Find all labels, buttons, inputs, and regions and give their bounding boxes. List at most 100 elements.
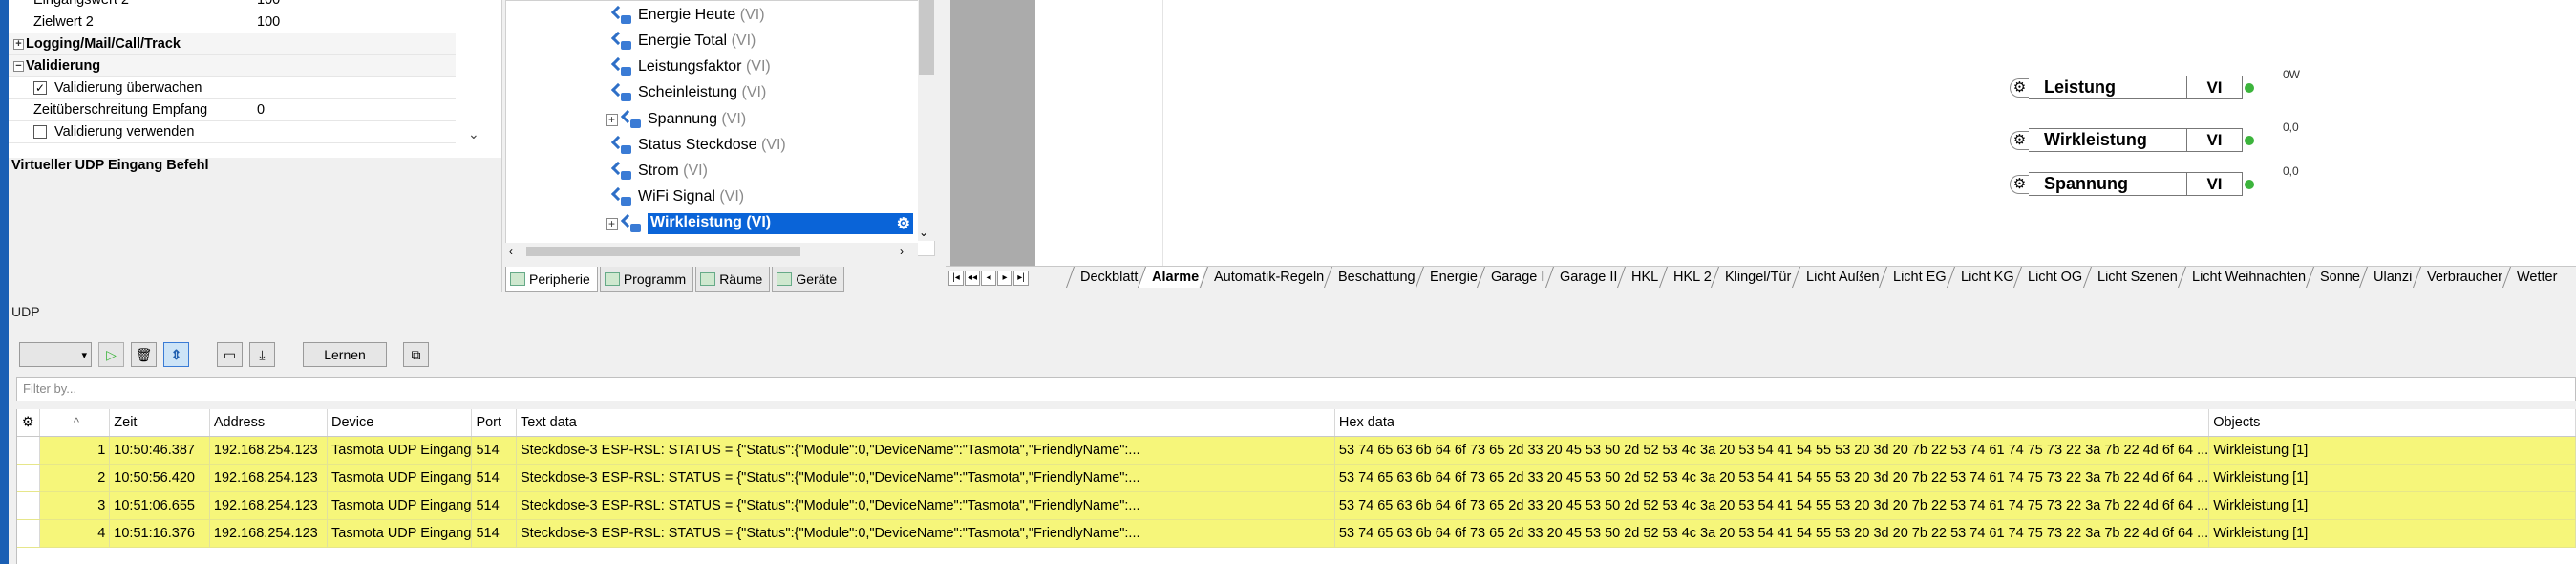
play-icon[interactable]: ▷ xyxy=(98,342,124,367)
tab-geraete[interactable]: Geräte xyxy=(772,267,845,292)
property-row[interactable]: Eingangswert 2 100 xyxy=(9,0,456,11)
tree-item-selected[interactable]: Wirkleistung (VI) ⚙ xyxy=(620,211,913,236)
chevron-down-icon[interactable]: ⌄ xyxy=(919,226,928,239)
scrollbar-thumb[interactable] xyxy=(526,247,800,256)
chevron-left-icon[interactable]: ‹ xyxy=(509,245,513,258)
sheet-tab[interactable]: Sonne xyxy=(2305,267,2368,288)
column-header[interactable]: Hex data xyxy=(1334,409,2210,437)
sheet-tab[interactable]: Licht OG xyxy=(2013,267,2091,288)
checkbox-unchecked[interactable] xyxy=(33,125,47,139)
table-row[interactable]: 4 10:51:16.376 192.168.254.123 Tasmota U… xyxy=(17,519,2576,548)
sheet-tab[interactable]: Licht Weihnachten xyxy=(2177,267,2313,288)
sheet-tab[interactable]: Licht Szenen xyxy=(2082,267,2185,288)
sheet-tab[interactable]: Licht EG xyxy=(1879,267,1954,288)
last-sheet-icon[interactable]: ▸| xyxy=(1013,271,1029,286)
sheet-tab[interactable]: Beschattung xyxy=(1323,267,1423,288)
sheet-tab[interactable]: Ulanzi xyxy=(2359,267,2420,288)
chevron-right-icon[interactable]: › xyxy=(900,245,904,258)
cell-device: Tasmota UDP Eingang xyxy=(327,464,473,492)
tree-item[interactable]: Energie Heute (VI) xyxy=(610,3,765,28)
logic-node[interactable]: ⚙ Leistung VI 0W xyxy=(2010,68,2300,99)
tree-item[interactable]: WiFi Signal (VI) xyxy=(610,184,744,209)
trash-icon[interactable]: 🗑 xyxy=(131,342,157,367)
row-header[interactable] xyxy=(17,519,40,548)
row-header[interactable] xyxy=(17,491,40,520)
sheet-tab[interactable]: Licht Außen xyxy=(1791,267,1887,288)
tab-peripherie[interactable]: Peripherie xyxy=(505,267,598,292)
property-value[interactable]: 0 xyxy=(257,102,265,118)
property-value[interactable]: 100 xyxy=(257,0,280,8)
sheet-tab[interactable]: HKL 2 xyxy=(1658,267,1719,288)
autoscroll-icon[interactable]: ⇕ xyxy=(163,342,189,367)
tree-item[interactable]: Strom (VI) xyxy=(610,159,708,184)
tree-item[interactable]: Status Steckdose (VI) xyxy=(610,133,786,158)
programm-icon xyxy=(604,271,620,286)
column-header[interactable]: Device xyxy=(327,409,473,437)
expand-icon[interactable]: + xyxy=(606,218,618,230)
scrollbar-thumb[interactable] xyxy=(919,0,934,75)
tree-item[interactable]: Leistungsfaktor (VI) xyxy=(610,54,771,79)
geraete-icon xyxy=(777,271,793,286)
tab-programm[interactable]: Programm xyxy=(599,267,694,292)
sheet-tab[interactable]: Garage I xyxy=(1477,267,1553,288)
logic-node[interactable]: ⚙ Spannung VI 0,0 xyxy=(2010,164,2299,196)
property-key: Zielwert 2 xyxy=(33,14,94,30)
category-validation[interactable]: − Validierung xyxy=(9,55,456,77)
popout-icon[interactable]: ⧉ xyxy=(403,342,429,367)
sheet-tab[interactable]: Automatik-Regeln xyxy=(1199,267,1331,288)
property-value[interactable]: 100 xyxy=(257,14,280,30)
column-header[interactable]: Port xyxy=(471,409,518,437)
output-dot[interactable] xyxy=(2245,135,2254,145)
column-header[interactable]: Objects xyxy=(2208,409,2576,437)
category-logging[interactable]: + Logging/Mail/Call/Track xyxy=(9,33,456,55)
checkbox-checked[interactable]: ✓ xyxy=(33,81,47,95)
property-row[interactable]: Validierung verwenden xyxy=(9,121,456,143)
gear-icon[interactable]: ⚙ xyxy=(2010,130,2029,150)
gear-icon[interactable]: ⚙ xyxy=(897,214,910,233)
gear-icon[interactable]: ⚙ xyxy=(2010,77,2029,98)
sheet-tab[interactable]: Verbraucher xyxy=(2412,267,2510,288)
chevron-down-icon[interactable]: ⌄ xyxy=(468,126,479,142)
table-row[interactable]: 3 10:51:06.655 192.168.254.123 Tasmota U… xyxy=(17,491,2576,520)
tab-raeume[interactable]: Räume xyxy=(695,267,771,292)
property-row[interactable]: Zeitüberschreitung Empfang 0 xyxy=(9,99,456,121)
column-header[interactable]: Zeit xyxy=(109,409,210,437)
expand-icon[interactable]: + xyxy=(606,114,618,126)
sheet-tab[interactable]: Licht KG xyxy=(1946,267,2022,288)
filter-input[interactable]: Filter by... xyxy=(16,377,2576,401)
prev-page-icon[interactable]: ◂◂ xyxy=(965,271,980,286)
gear-icon[interactable]: ⚙ xyxy=(17,409,40,437)
collapse-icon[interactable]: − xyxy=(13,60,24,72)
row-header[interactable] xyxy=(17,464,40,492)
table-row[interactable]: 1 10:50:46.387 192.168.254.123 Tasmota U… xyxy=(17,436,2576,465)
column-header[interactable]: Address xyxy=(209,409,329,437)
open-file-icon[interactable]: ▭ xyxy=(217,342,243,367)
table-row[interactable]: 2 10:50:56.420 192.168.254.123 Tasmota U… xyxy=(17,464,2576,492)
gear-icon[interactable]: ⚙ xyxy=(2010,174,2029,194)
output-dot[interactable] xyxy=(2245,82,2254,93)
property-row[interactable]: Zielwert 2 100 xyxy=(9,11,456,33)
save-icon[interactable]: ⤓ xyxy=(249,342,275,367)
next-sheet-icon[interactable]: ▸ xyxy=(997,271,1012,286)
interface-select[interactable]: ▾ xyxy=(19,342,92,367)
sheet-tab[interactable]: Wetter xyxy=(2501,267,2565,288)
prev-sheet-icon[interactable]: ◂ xyxy=(981,271,996,286)
row-header[interactable] xyxy=(17,436,40,465)
sheet-tab[interactable]: Deckblatt xyxy=(1065,267,1146,288)
logic-canvas[interactable] xyxy=(1035,0,2576,266)
sheet-tab-active[interactable]: Alarme xyxy=(1138,267,1207,288)
column-header[interactable]: Text data xyxy=(516,409,1335,437)
first-sheet-icon[interactable]: |◂ xyxy=(948,271,964,286)
sheet-tab[interactable]: Energie xyxy=(1415,267,1485,288)
tree-item[interactable]: Energie Total (VI) xyxy=(610,29,756,54)
tree-item[interactable]: Spannung (VI) xyxy=(620,107,746,132)
logic-node[interactable]: ⚙ Wirkleistung VI 0,0 xyxy=(2010,120,2299,152)
tree-item[interactable]: Scheinleistung (VI) xyxy=(610,80,766,105)
output-dot[interactable] xyxy=(2245,179,2254,189)
sheet-tab[interactable]: Klingel/Tür xyxy=(1711,267,1799,288)
sort-up-icon[interactable]: ^ xyxy=(39,409,111,437)
expand-icon[interactable]: + xyxy=(13,38,24,50)
sheet-tab[interactable]: Garage II xyxy=(1544,267,1626,288)
property-row[interactable]: ✓ Validierung überwachen xyxy=(9,77,456,99)
learn-button[interactable]: Lernen xyxy=(303,342,387,367)
